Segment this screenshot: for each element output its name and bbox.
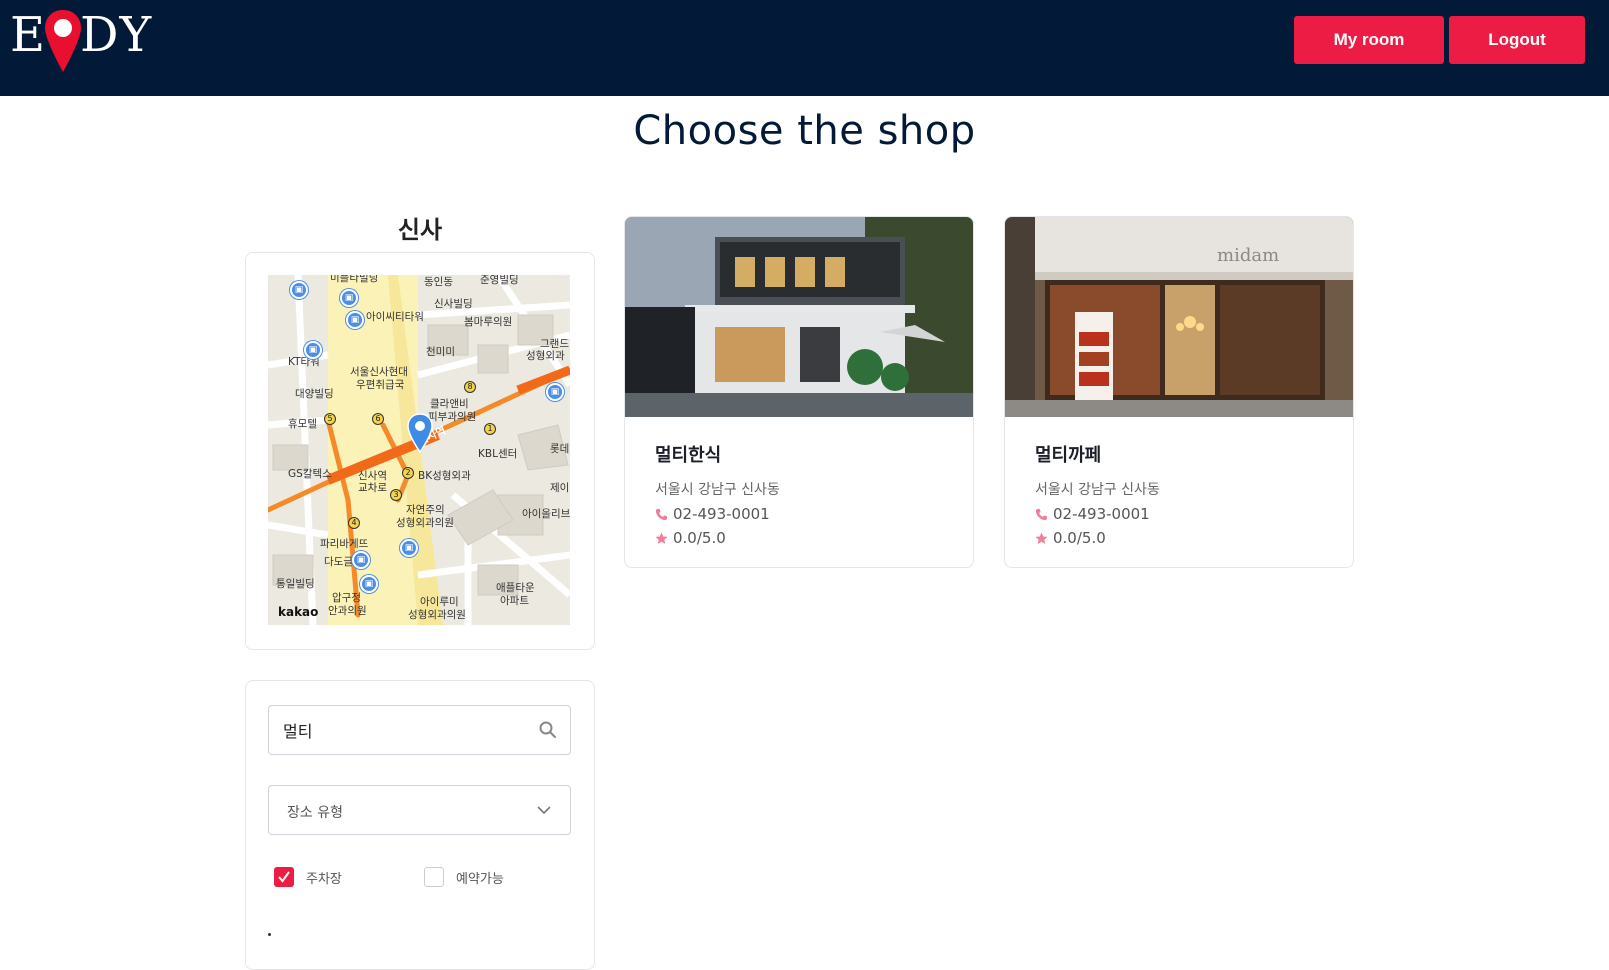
logo-letter-right: DY: [80, 7, 153, 63]
bus-stop-icon[interactable]: ▣: [340, 289, 358, 307]
map-label: 성형외과: [526, 350, 565, 362]
subway-exit-icon: 6: [372, 413, 384, 425]
search-field: [268, 705, 571, 755]
shop-card[interactable]: midam 멀티까페 서울시 강남구 신사동 02-493-0001 0.0/5…: [1004, 216, 1354, 568]
map-label: 아파트: [500, 595, 529, 607]
map-label: 신사역: [358, 470, 387, 482]
logo[interactable]: E DY: [10, 0, 170, 72]
check-icon: [278, 871, 290, 883]
reservation-checkbox[interactable]: [424, 867, 444, 887]
divider-dot: [268, 933, 271, 936]
bus-stop-icon[interactable]: ▣: [290, 281, 308, 299]
bus-stop-icon[interactable]: ▣: [346, 311, 364, 329]
map-label: GS칼텍스: [288, 468, 332, 480]
filter-card: 장소 유형 주차장 예약가능: [245, 680, 595, 970]
map-label: 아이루미: [420, 596, 459, 608]
parking-filter[interactable]: 주차장: [274, 867, 342, 887]
subway-exit-icon: 8: [464, 381, 476, 393]
star-icon: [655, 531, 668, 544]
map-label: 아이올리브: [522, 508, 570, 520]
place-type-label: 장소 유형: [287, 805, 343, 821]
map-label: 아이씨티타워: [366, 311, 424, 323]
shop-photo[interactable]: midam: [1005, 217, 1354, 417]
subway-exit-icon: 4: [348, 517, 360, 529]
map-label: 신사빌딩: [434, 298, 473, 310]
map-label: 대양빌딩: [295, 388, 334, 400]
map-label: 성형외과의원: [396, 517, 454, 529]
shop-name[interactable]: 멀티까페: [1035, 441, 1101, 467]
page-title: Choose the shop: [633, 108, 976, 154]
search-input[interactable]: [283, 706, 523, 754]
place-type-select[interactable]: 장소 유형: [268, 785, 571, 835]
shop-phone: 02-493-0001: [655, 505, 770, 523]
subway-exit-icon: 3: [390, 489, 402, 501]
shop-phone: 02-493-0001: [1035, 505, 1150, 523]
map-label: 압구정: [332, 592, 361, 604]
map-label: 파리바게뜨: [320, 538, 369, 550]
reservation-filter[interactable]: 예약가능: [424, 867, 504, 887]
subway-exit-icon: 1: [484, 423, 496, 435]
shop-phone-number: 02-493-0001: [1053, 505, 1150, 523]
map-label: 천미미: [426, 346, 455, 358]
map-label: 서울신사현대: [350, 366, 408, 378]
map-label: 안과의원: [328, 605, 367, 617]
shop-address: 서울시 강남구 신사동: [1035, 482, 1160, 498]
map-label: 피부과의원: [428, 411, 477, 423]
bus-stop-icon[interactable]: ▣: [304, 341, 322, 359]
region-title: 신사: [397, 216, 443, 244]
map-label: 동인동: [424, 276, 453, 288]
phone-icon: [1035, 508, 1048, 520]
bus-stop-icon[interactable]: ▣: [352, 551, 370, 569]
top-header: E DY My room Logout: [0, 0, 1609, 96]
logo-letter-left: E: [10, 7, 47, 63]
map-label: 클라앤비: [430, 398, 469, 410]
parking-checkbox[interactable]: [274, 867, 294, 887]
map-label: 자연주의: [406, 504, 445, 516]
chevron-down-icon: [537, 806, 551, 815]
map-label: KBL센터: [478, 448, 518, 460]
map-label: 준영빌딩: [480, 275, 519, 286]
map-label: 교차로: [358, 482, 387, 494]
map-label: 그랜드: [540, 338, 569, 350]
shop-rating: 0.0/5.0: [1035, 529, 1106, 547]
map-label: 롯데: [550, 443, 570, 455]
parking-label: 주차장: [306, 871, 342, 887]
map-label: 휴모텔: [288, 418, 317, 430]
map-label: 애플타운: [496, 582, 535, 594]
logout-button[interactable]: Logout: [1449, 16, 1585, 64]
map-card: 미플타빌딩 동인동 준영빌딩 신사빌딩 봄마루의원 아이씨티타워 천미미 그랜드…: [245, 252, 595, 650]
search-icon[interactable]: [538, 720, 558, 740]
subway-exit-icon: 2: [402, 467, 414, 479]
map-label: 봄마루의원: [464, 316, 513, 328]
shop-address: 서울시 강남구 신사동: [655, 482, 780, 498]
map-label: 미플타빌딩: [330, 275, 379, 284]
shop-rating: 0.0/5.0: [655, 529, 726, 547]
bus-stop-icon[interactable]: ▣: [546, 383, 564, 401]
map-label: 성형외과의원: [408, 609, 466, 621]
shop-rating-value: 0.0/5.0: [673, 529, 726, 547]
map-pin-icon: [45, 10, 82, 72]
map-label: 다도글: [324, 556, 353, 568]
shop-sign-text: midam: [1217, 245, 1279, 266]
shop-card[interactable]: 멀티한식 서울시 강남구 신사동 02-493-0001 0.0/5.0: [624, 216, 974, 568]
map-label: 우편취급국: [356, 379, 405, 391]
star-icon: [1035, 531, 1048, 544]
location-marker-icon[interactable]: [407, 413, 433, 453]
bus-stop-icon[interactable]: ▣: [400, 539, 418, 557]
my-room-button[interactable]: My room: [1294, 16, 1444, 64]
bus-stop-icon[interactable]: ▣: [360, 575, 378, 593]
shop-rating-value: 0.0/5.0: [1053, 529, 1106, 547]
shop-name[interactable]: 멀티한식: [655, 441, 721, 467]
reservation-label: 예약가능: [456, 871, 504, 887]
map-label: BK성형외과: [418, 470, 471, 482]
phone-icon: [655, 508, 668, 520]
map-attribution: kakao: [278, 605, 319, 619]
map-label: 제이: [550, 482, 570, 494]
map-view[interactable]: 미플타빌딩 동인동 준영빌딩 신사빌딩 봄마루의원 아이씨티타워 천미미 그랜드…: [268, 275, 570, 625]
subway-exit-icon: 5: [324, 413, 336, 425]
shop-phone-number: 02-493-0001: [673, 505, 770, 523]
shop-photo[interactable]: [625, 217, 974, 417]
map-label: 통일빌딩: [276, 578, 315, 590]
